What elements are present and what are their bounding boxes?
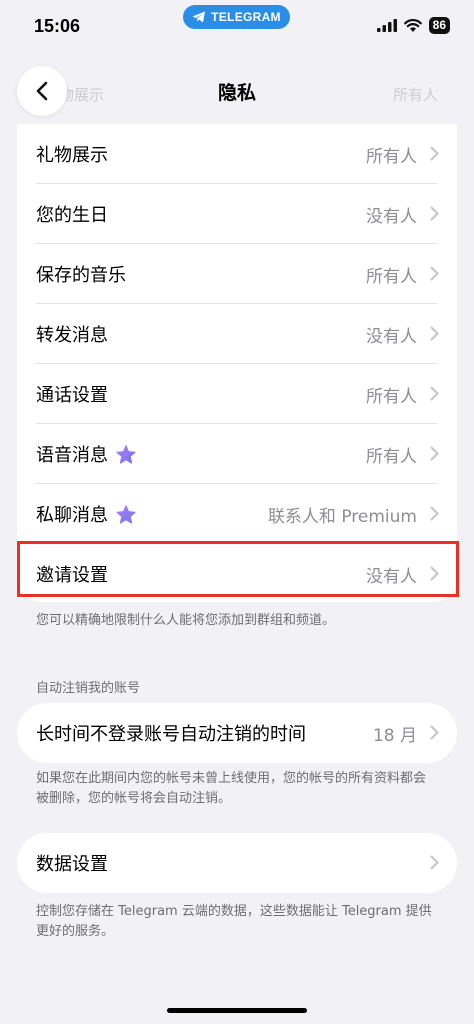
premium-star-icon bbox=[116, 444, 136, 464]
chevron-right-icon bbox=[430, 506, 439, 521]
row-label: 礼物展示 bbox=[36, 145, 108, 166]
row-label: 数据设置 bbox=[36, 854, 108, 875]
wifi-icon bbox=[403, 19, 422, 32]
chevron-right-icon bbox=[430, 146, 439, 161]
chevron-right-icon bbox=[430, 855, 439, 870]
system-icons: 86 bbox=[376, 17, 450, 34]
row-label: 转发消息 bbox=[36, 325, 108, 346]
status-time: 15:06 bbox=[34, 16, 81, 36]
row-label: 语音消息 bbox=[36, 445, 108, 466]
invite-footnote: 您可以精确地限制什么人能将您添加到群组和频道。 bbox=[36, 613, 336, 628]
row-value: 所有人 bbox=[366, 446, 417, 467]
privacy-row-gifts[interactable]: 礼物展示 所有人 bbox=[17, 124, 457, 184]
privacy-row-calls[interactable]: 通话设置 所有人 bbox=[17, 364, 457, 424]
row-value: 所有人 bbox=[366, 266, 417, 287]
navigation-bar: 礼物展示 所有人 隐私 bbox=[0, 60, 474, 122]
home-indicator[interactable] bbox=[167, 1008, 307, 1013]
auto-delete-footnote: 如果您在此期间内您的帐号未曾上线使用，您的帐号的所有资料都会被删除，您的帐号将会… bbox=[36, 771, 427, 806]
privacy-row-voice-messages[interactable]: 语音消息 所有人 bbox=[17, 424, 457, 484]
auto-delete-row[interactable]: 长时间不登录账号自动注销的时间 18 月 bbox=[17, 703, 457, 763]
premium-star-icon bbox=[116, 504, 136, 524]
privacy-row-forwarded-messages[interactable]: 转发消息 没有人 bbox=[17, 304, 457, 364]
auto-delete-group: 长时间不登录账号自动注销的时间 18 月 bbox=[17, 703, 457, 763]
chevron-right-icon bbox=[430, 446, 439, 461]
row-label: 邀请设置 bbox=[36, 565, 108, 586]
privacy-row-invites[interactable]: 邀请设置 没有人 bbox=[17, 544, 457, 602]
row-label: 长时间不登录账号自动注销的时间 bbox=[36, 724, 306, 745]
page-title: 隐私 bbox=[217, 82, 256, 104]
row-value: 联系人和 Premium bbox=[267, 506, 417, 527]
row-value: 所有人 bbox=[366, 386, 417, 407]
chevron-right-icon bbox=[430, 206, 439, 221]
chevron-right-icon bbox=[430, 386, 439, 401]
row-value: 没有人 bbox=[366, 566, 417, 587]
status-bar: 15:06 TELEGRAM 86 bbox=[0, 0, 474, 56]
chevron-right-icon bbox=[430, 326, 439, 341]
telegram-plane-icon bbox=[192, 11, 206, 23]
privacy-row-private-messages[interactable]: 私聊消息 联系人和 Premium bbox=[17, 484, 457, 544]
row-label: 通话设置 bbox=[36, 385, 108, 406]
privacy-row-saved-music[interactable]: 保存的音乐 所有人 bbox=[17, 244, 457, 304]
cellular-signal-icon bbox=[376, 19, 397, 32]
row-label: 私聊消息 bbox=[36, 505, 108, 526]
chevron-right-icon bbox=[430, 566, 439, 581]
privacy-row-birthday[interactable]: 您的生日 没有人 bbox=[17, 184, 457, 244]
battery-level: 86 bbox=[428, 17, 450, 34]
row-value: 18 月 bbox=[372, 725, 417, 746]
row-label: 您的生日 bbox=[36, 205, 108, 226]
data-settings-group: 数据设置 bbox=[17, 833, 457, 893]
row-label: 保存的音乐 bbox=[36, 265, 126, 286]
row-value: 所有人 bbox=[366, 146, 417, 167]
data-settings-footnote: 控制您存储在 Telegram 云端的数据，这些数据能让 Telegram 提供… bbox=[36, 904, 432, 939]
auto-delete-section-header: 自动注销我的账号 bbox=[36, 681, 141, 696]
telegram-pill[interactable]: TELEGRAM bbox=[183, 5, 290, 29]
privacy-settings-group: 礼物展示 所有人 您的生日 没有人 保存的音乐 所有人 转发消息 没有人 通话设… bbox=[17, 124, 457, 602]
data-settings-row[interactable]: 数据设置 bbox=[17, 833, 457, 893]
row-value: 没有人 bbox=[366, 326, 417, 347]
telegram-pill-label: TELEGRAM bbox=[211, 10, 281, 24]
row-value: 没有人 bbox=[366, 206, 417, 227]
chevron-right-icon bbox=[430, 266, 439, 281]
chevron-right-icon bbox=[430, 725, 439, 740]
